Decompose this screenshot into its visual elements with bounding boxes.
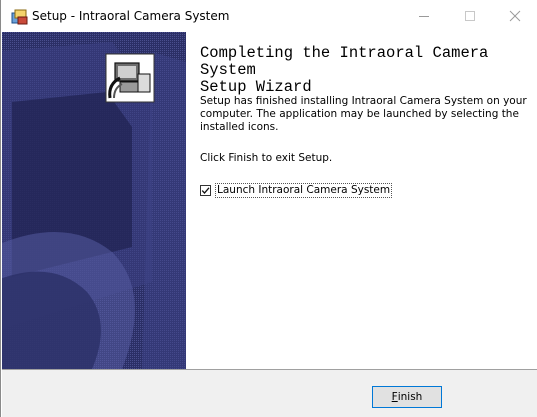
wizard-side-image: [2, 32, 186, 369]
finish-label-rest: inish: [397, 391, 423, 403]
close-icon: [509, 10, 521, 22]
installer-icon: [11, 8, 29, 26]
finished-message: Setup has finished installing Intraoral …: [200, 95, 527, 133]
title-bar[interactable]: Setup - Intraoral Camera System: [1, 0, 537, 32]
launch-checkbox[interactable]: [200, 184, 211, 196]
page-title: Completing the Intraoral Camera System S…: [200, 44, 489, 96]
launch-option[interactable]: Launch Intraoral Camera System: [200, 182, 393, 198]
checkmark-icon: [201, 186, 210, 194]
button-bar: Finish: [2, 369, 537, 417]
finish-button[interactable]: Finish: [372, 386, 442, 408]
wizard-content: Completing the Intraoral Camera System S…: [186, 32, 537, 369]
setup-window: Setup - Intraoral Camera System Completi…: [0, 0, 537, 417]
launch-checkbox-label[interactable]: Launch Intraoral Camera System: [215, 182, 393, 198]
exit-instruction: Click Finish to exit Setup.: [200, 152, 333, 164]
minimize-icon: [419, 16, 429, 17]
maximize-icon: [465, 11, 475, 21]
maximize-button[interactable]: [447, 0, 493, 32]
close-button[interactable]: [492, 0, 537, 32]
window-title: Setup - Intraoral Camera System: [32, 9, 230, 23]
minimize-button[interactable]: [401, 0, 447, 32]
setup-computer-icon: [105, 53, 155, 103]
